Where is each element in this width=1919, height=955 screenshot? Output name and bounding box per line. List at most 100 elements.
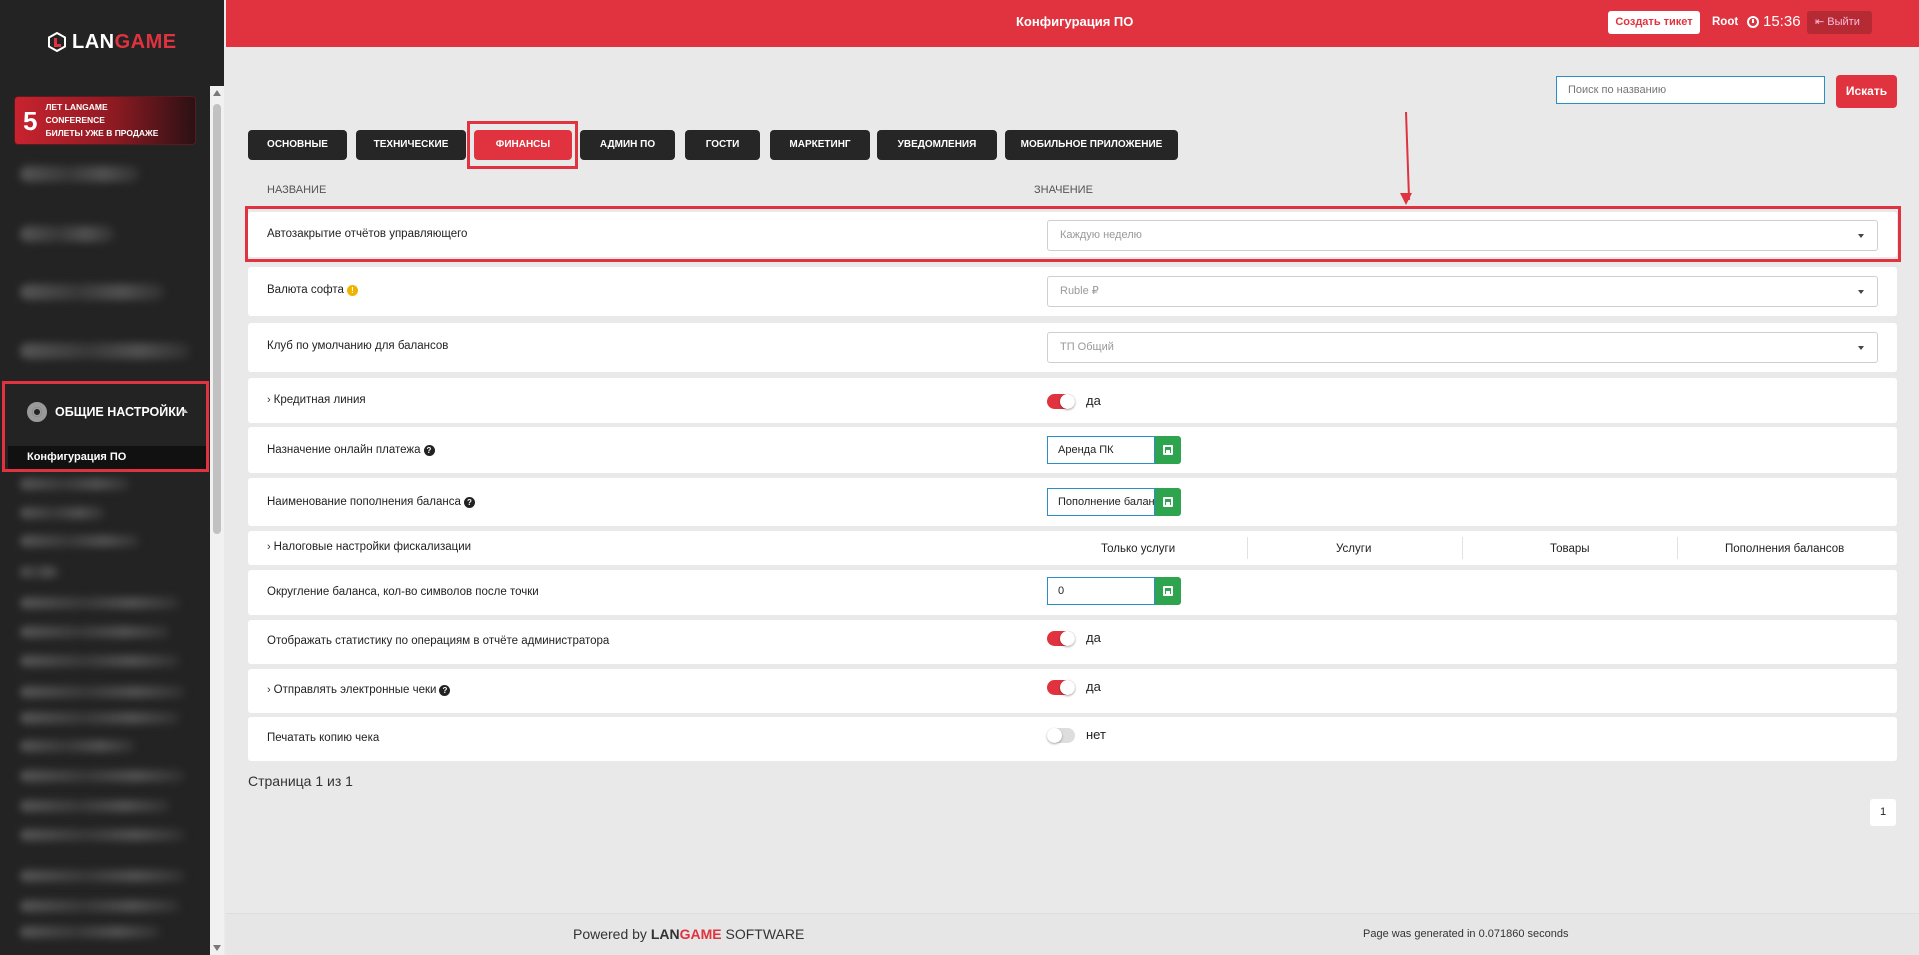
topup-name-input[interactable]: Пополнение баланса [1047,488,1155,516]
logo-mark-icon [48,32,66,52]
top-header: Конфигурация ПО Создать тикет Root 15:36… [226,0,1919,47]
floppy-icon [1163,445,1173,455]
toggle-state-label: да [1086,679,1101,694]
question-icon[interactable]: ? [423,444,435,456]
sidebar-subitem-blurred[interactable] [20,770,185,782]
sidebar-subitem-blurred[interactable] [20,686,185,698]
sidebar-item-blurred[interactable] [20,343,190,359]
tax-column-balance-topups: Пополнения балансов [1725,543,1845,555]
sidebar-scrollbar[interactable] [210,86,224,955]
save-button[interactable] [1155,577,1181,605]
langame-logo[interactable]: LANGAME [48,28,177,56]
credit-line-toggle[interactable] [1047,394,1075,409]
sidebar-item-blurred[interactable] [20,166,140,182]
floppy-icon [1163,586,1173,596]
tab-basic[interactable]: Основные [248,130,347,160]
powered-by: Powered by LANGAME SOFTWARE [573,926,805,942]
divider [1247,537,1248,559]
stats-toggle[interactable] [1047,631,1075,646]
sidebar-subitem-blurred[interactable] [20,829,185,841]
clock-icon [1747,15,1759,28]
sidebar-subitem-blurred[interactable] [20,800,170,812]
footer: Powered by LANGAME SOFTWARE Page was gen… [226,913,1919,955]
tab-mobile-app[interactable]: Мобильное приложение [1005,130,1178,160]
sidebar-item-blurred[interactable] [20,284,165,300]
sidebar-subitem-blurred[interactable] [20,740,135,752]
logout-button[interactable]: ⇤ Выйти [1807,11,1872,34]
row-label-expandable[interactable]: › Налоговые настройки фискализации [267,541,471,553]
sidebar-subitem-blurred[interactable] [20,870,185,882]
footer-brand: LANGAME [650,926,722,942]
promo-text: ЛЕТ LANGAME CONFERENCE БИЛЕТЫ УЖЕ В ПРОД… [45,102,159,138]
warning-icon[interactable]: ! [346,284,358,296]
tax-column-services-only: Только услуги [1101,543,1176,555]
annotation-arrow [1405,111,1411,200]
sidebar-subitem-blurred[interactable] [20,626,170,638]
dropdown-arrow-icon [1858,290,1864,294]
promo-number: 5 [23,105,38,136]
row-label: Печатать копию чека [267,732,380,744]
sidebar-subitem-blurred[interactable] [20,478,130,490]
tax-column-goods: Товары [1550,543,1590,555]
e-receipts-toggle[interactable] [1047,680,1075,695]
table-row: Наименование пополнения баланса? Пополне… [248,478,1897,526]
table-row: Отображать статистику по операциям в отч… [248,620,1897,664]
toggle-state-label: нет [1086,727,1106,742]
row-label: Отображать статистику по операциям в отч… [267,635,610,647]
search-input[interactable] [1556,76,1825,104]
chevron-right-icon: › [267,394,271,406]
table-row: › Налоговые настройки фискализации Только… [248,531,1897,565]
sidebar-subitem-blurred[interactable] [20,535,140,547]
user-name[interactable]: Root [1712,16,1738,28]
sidebar-subitem-blurred[interactable] [20,597,180,609]
table-row: Валюта софта! Ruble ₽ [248,267,1897,316]
page-button[interactable]: 1 [1870,799,1896,826]
sidebar-subitem-blurred[interactable] [20,655,180,667]
tab-guests[interactable]: Гости [685,130,760,160]
table-row: Назначение онлайн платежа? Аренда ПК [248,427,1897,473]
table-row: Клуб по умолчанию для балансов ТП Общий [248,323,1897,372]
default-club-select[interactable]: ТП Общий [1047,332,1878,363]
rounding-input[interactable]: 0 [1047,577,1155,605]
payment-purpose-input[interactable]: Аренда ПК [1047,436,1155,464]
sidebar-subitem-blurred[interactable] [20,507,105,519]
tab-notifications[interactable]: Уведомления [877,130,997,160]
tax-column-services: Услуги [1336,543,1372,555]
logo-text: LANGAME [72,30,177,53]
chevron-right-icon: › [267,684,271,696]
sidebar-subitem-blurred[interactable] [20,926,160,938]
sidebar-subitem-blurred[interactable] [20,712,180,724]
page-title: Конфигурация ПО [1016,14,1134,29]
tab-marketing[interactable]: Маркетинг [770,130,870,160]
row-label-expandable[interactable]: › Отправлять электронные чеки? [267,684,451,696]
sidebar-item-blurred[interactable] [20,226,115,242]
tab-technical[interactable]: Технические [356,130,466,160]
scrollbar-thumb[interactable] [213,104,221,534]
currency-select[interactable]: Ruble ₽ [1047,276,1878,307]
annotation-arrow-head [1400,193,1412,205]
clock-time: 15:36 [1763,13,1801,30]
sidebar-subitem-blurred[interactable] [20,566,60,578]
create-ticket-button[interactable]: Создать тикет [1608,11,1700,34]
toggle-state-label: да [1086,393,1101,408]
save-button[interactable] [1155,488,1181,516]
row-label-expandable[interactable]: › Кредитная линия [267,394,366,406]
highlight-box-row [245,206,1901,262]
question-icon[interactable]: ? [463,496,475,508]
promo-banner[interactable]: 5 ЛЕТ LANGAME CONFERENCE БИЛЕТЫ УЖЕ В ПР… [14,96,196,145]
question-icon[interactable]: ? [439,684,451,696]
scroll-up-icon[interactable] [213,90,221,96]
logout-icon: ⇤ [1815,16,1828,28]
row-label: Наименование пополнения баланса? [267,496,475,508]
scroll-down-icon[interactable] [213,945,221,951]
search-button[interactable]: Искать [1836,75,1897,108]
save-button[interactable] [1155,436,1181,464]
chevron-right-icon: › [267,541,271,553]
sidebar-subitem-blurred[interactable] [20,900,180,912]
tab-admin[interactable]: Админ ПО [580,130,675,160]
table-row: › Кредитная линия да [248,378,1897,423]
highlight-box-tab [467,121,578,169]
toggle-state-label: да [1086,630,1101,645]
print-copy-toggle[interactable] [1047,728,1075,743]
row-label: Округление баланса, кол-во символов посл… [267,586,539,598]
